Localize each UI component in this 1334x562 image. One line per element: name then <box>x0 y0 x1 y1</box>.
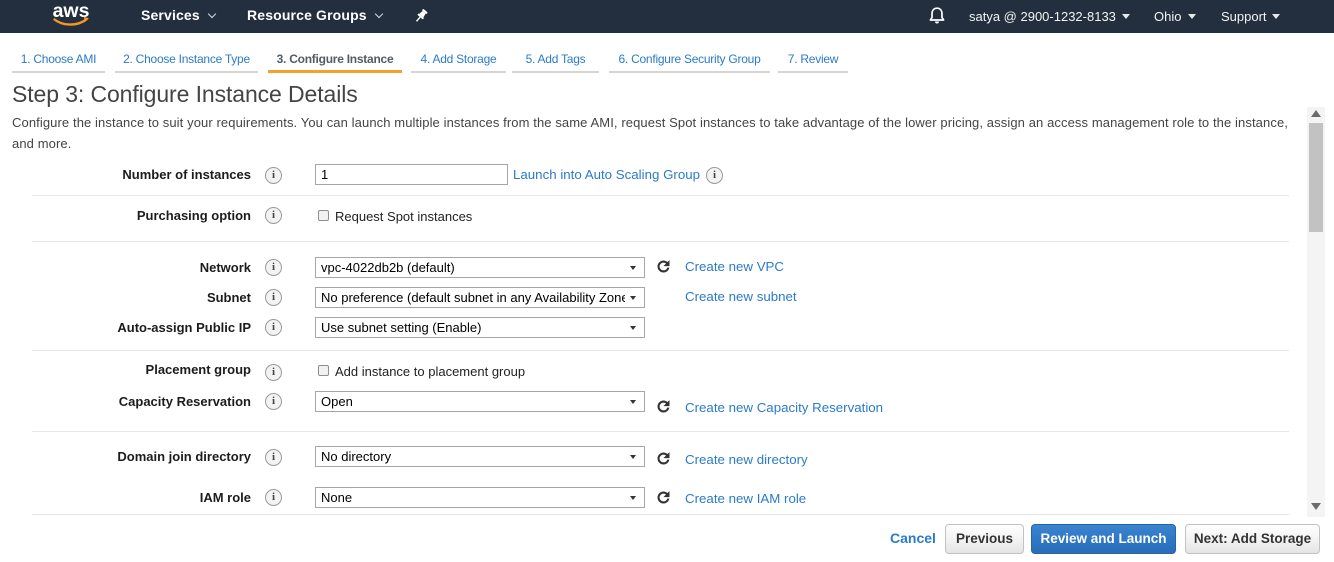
svg-text:aws: aws <box>53 2 90 22</box>
